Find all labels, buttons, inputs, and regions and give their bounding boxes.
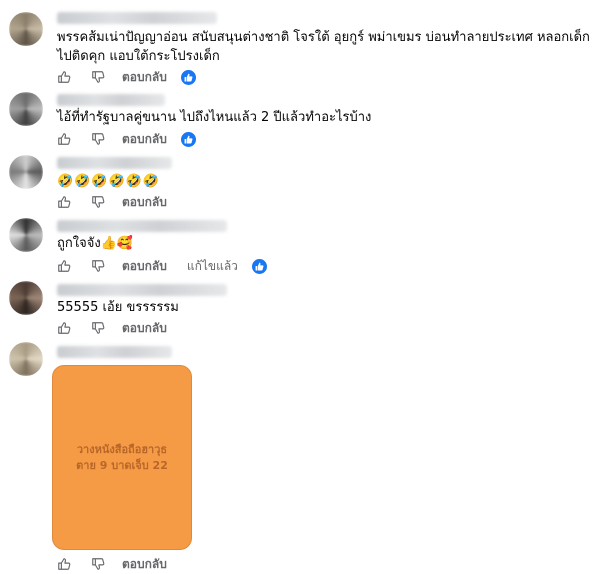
commenter-name-blurred[interactable]: [57, 157, 172, 169]
comment-actions: ตอบกลับ แก้ไขแล้ว: [57, 257, 267, 275]
like-reaction-icon[interactable]: [251, 258, 267, 274]
comment-text: 55555 เอ้ย ขรรรรรม: [57, 300, 179, 315]
comment-actions: ตอบกลับ: [57, 319, 167, 337]
dislike-icon[interactable]: [91, 195, 105, 209]
comment-text: ไอ้ที่ทำรัฐบาลคู่ขนาน ไปถึงไหนแล้ว 2 ปีแ…: [57, 110, 372, 125]
commenter-name-blurred[interactable]: [57, 12, 217, 24]
like-icon[interactable]: [57, 321, 71, 335]
comment-text: พรรคส้มเน่าปัญญาอ่อน สนับสนุนต่างชาติ โจ…: [57, 30, 590, 45]
edited-label[interactable]: แก้ไขแล้ว: [187, 257, 238, 276]
avatar[interactable]: [9, 12, 43, 46]
reply-button[interactable]: ตอบกลับ: [122, 130, 167, 149]
avatar[interactable]: [9, 155, 43, 189]
comment-actions: ตอบกลับ: [57, 68, 196, 86]
comment-actions: ตอบกลับ: [57, 193, 167, 211]
avatar[interactable]: [9, 92, 43, 126]
image-caption: ตาย 9 บาดเจ็บ 22: [76, 458, 168, 472]
commenter-name-blurred[interactable]: [57, 220, 227, 232]
image-caption: วางหนังสือถือฮาวุธ: [76, 442, 168, 456]
avatar[interactable]: [9, 281, 43, 315]
dislike-icon[interactable]: [91, 132, 105, 146]
like-icon[interactable]: [57, 195, 71, 209]
comment-text: ไปติดคุก แอบใต้กระโปรงเด็ก: [57, 49, 220, 64]
like-reaction-icon[interactable]: [180, 131, 196, 147]
commenter-name-blurred[interactable]: [57, 284, 227, 296]
dislike-icon[interactable]: [91, 557, 105, 571]
reply-button[interactable]: ตอบกลับ: [122, 193, 167, 212]
comment-actions: ตอบกลับ: [57, 555, 167, 573]
comment-actions: ตอบกลับ: [57, 130, 196, 148]
like-icon[interactable]: [57, 259, 71, 273]
dislike-icon[interactable]: [91, 321, 105, 335]
commenter-name-blurred[interactable]: [57, 94, 165, 106]
reply-button[interactable]: ตอบกลับ: [122, 555, 167, 574]
attached-image[interactable]: วางหนังสือถือฮาวุธ ตาย 9 บาดเจ็บ 22: [52, 365, 192, 550]
like-icon[interactable]: [57, 557, 71, 571]
avatar[interactable]: [9, 218, 43, 252]
dislike-icon[interactable]: [91, 70, 105, 84]
comment-text: 🤣🤣🤣🤣🤣🤣: [57, 174, 161, 189]
commenter-name-blurred[interactable]: [57, 346, 172, 358]
reply-button[interactable]: ตอบกลับ: [122, 257, 167, 276]
avatar[interactable]: [9, 342, 43, 376]
reply-button[interactable]: ตอบกลับ: [122, 68, 167, 87]
like-icon[interactable]: [57, 70, 71, 84]
like-icon[interactable]: [57, 132, 71, 146]
like-reaction-icon[interactable]: [180, 69, 196, 85]
comment-text: ถูกใจจัง👍🥰: [57, 236, 134, 251]
reply-button[interactable]: ตอบกลับ: [122, 319, 167, 338]
dislike-icon[interactable]: [91, 259, 105, 273]
